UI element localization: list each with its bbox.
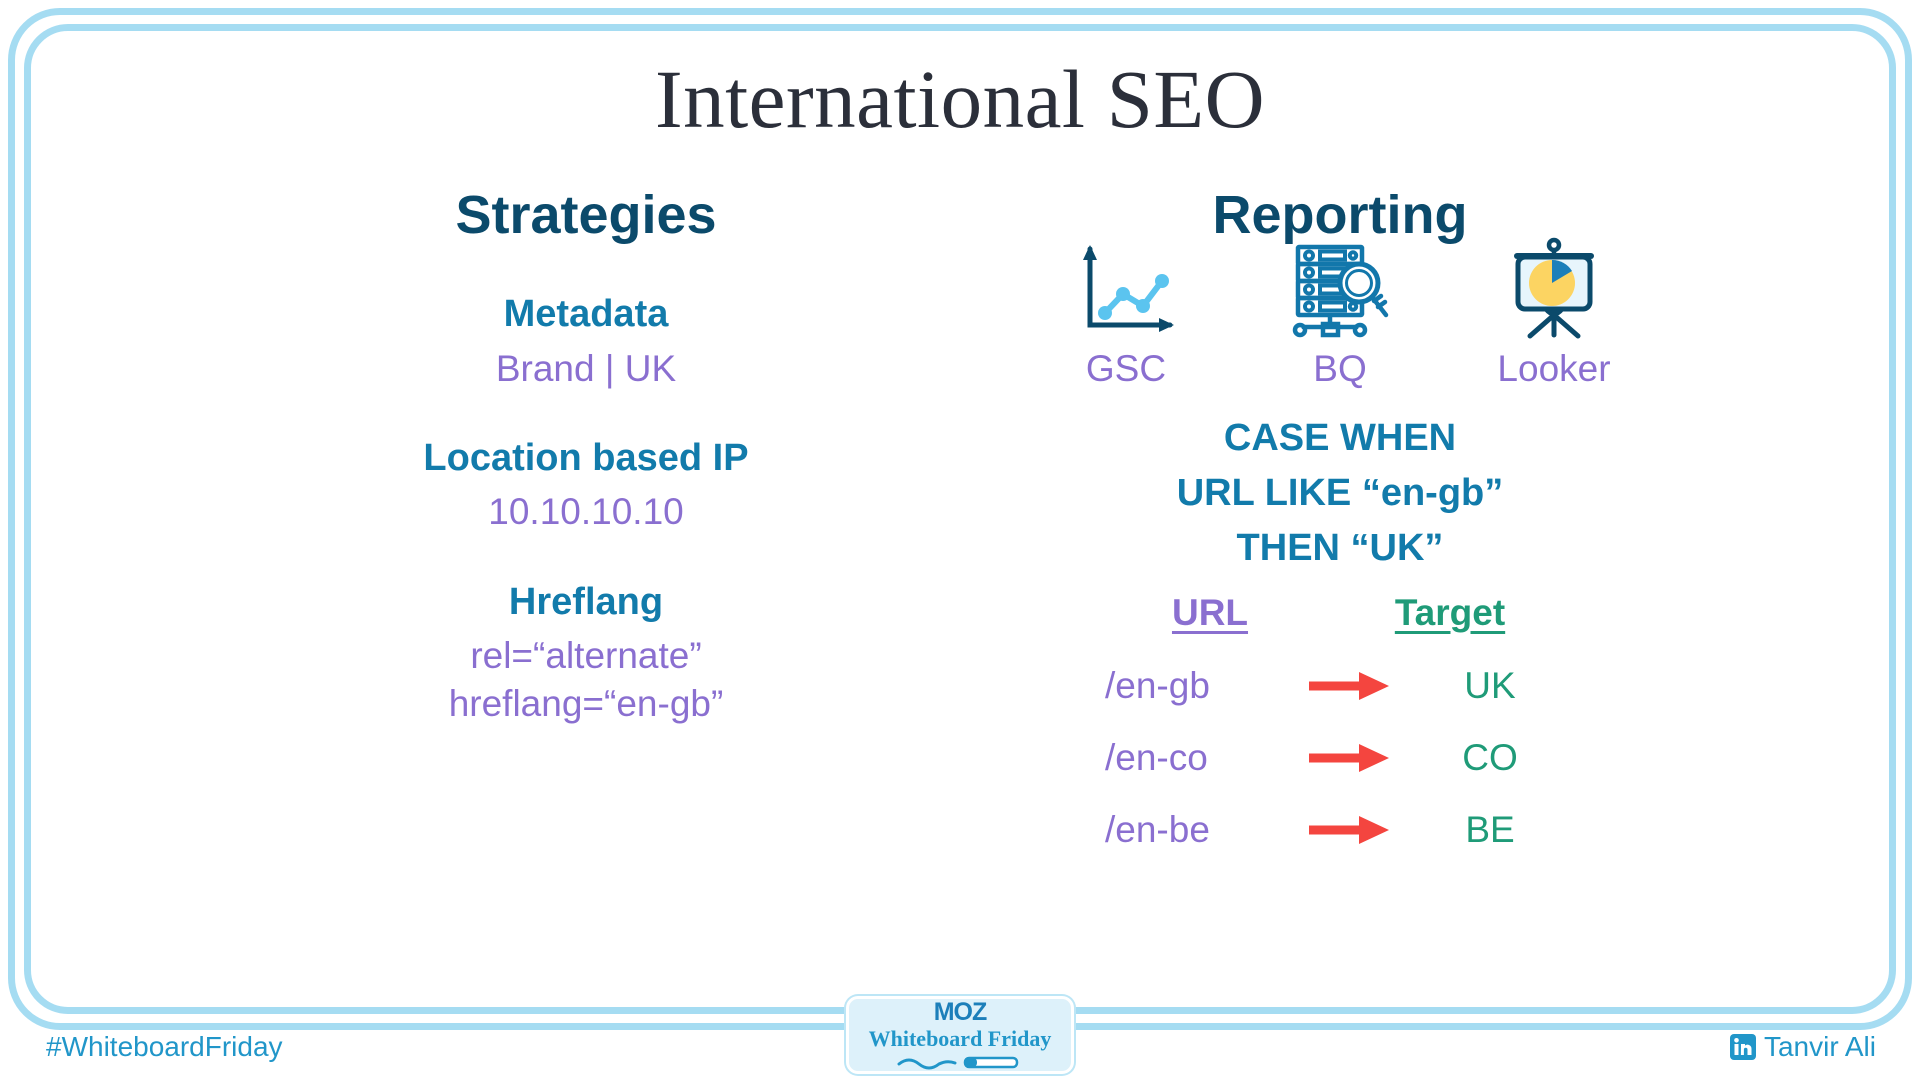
sql-case-line: THEN “UK” (1236, 526, 1444, 569)
cell-url: /en-co (1105, 737, 1208, 779)
arrow-right-icon (1295, 741, 1405, 775)
marker-squiggle-icon (897, 1056, 1019, 1070)
strategy-value-line: rel=“alternate” (470, 635, 702, 677)
strategy-block-hreflang: Hreflang rel=“alternate” hreflang=“en-gb… (206, 579, 966, 729)
strategies-column: Strategies Metadata Brand | UK Location … (206, 185, 966, 729)
reporting-tool-looker: Looker (1479, 235, 1629, 390)
footer-author: Tanvir Ali (1729, 1030, 1876, 1064)
moz-whiteboard-friday-badge: MOZ Whiteboard Friday (846, 996, 1074, 1074)
presentation-pie-chart-icon (1479, 235, 1629, 339)
cell-target: UK (1464, 665, 1516, 707)
line-chart-icon (1051, 235, 1201, 339)
strategy-title-hreflang: Hreflang (508, 580, 664, 623)
sql-case-statement: CASE WHEN URL LIKE “en-gb” THEN “UK” (960, 411, 1720, 575)
cell-url: /en-be (1105, 809, 1210, 851)
table-row: /en-co CO (1105, 722, 1575, 794)
strategy-value-line: Brand | UK (495, 347, 677, 389)
strategy-value-line: 10.10.10.10 (488, 491, 684, 533)
reporting-column: Reporting GSC BQ Looker CASE WHEN URL LI… (960, 185, 1720, 866)
strategy-title-metadata: Metadata (503, 293, 669, 336)
linkedin-icon[interactable] (1729, 1034, 1756, 1061)
strategies-heading: Strategies (455, 185, 717, 245)
moz-logo-text: MOZ (933, 998, 988, 1027)
strategy-value-location-ip: 10.10.10.10 (206, 488, 966, 536)
cell-target: BE (1465, 809, 1515, 851)
reporting-tool-bq: BQ (1265, 235, 1415, 390)
table-header-row: URL Target (1105, 592, 1575, 634)
column-header-target: Target (1394, 591, 1506, 633)
arrow-right-icon (1295, 669, 1405, 703)
database-search-icon (1265, 235, 1415, 339)
table-row: /en-be BE (1105, 794, 1575, 866)
reporting-tool-label-bq: BQ (1313, 347, 1367, 389)
url-target-mapping-table: URL Target /en-gb UK /en-co CO /en-be BE (1105, 592, 1575, 866)
page-title: International SEO (654, 53, 1266, 145)
table-row: /en-gb UK (1105, 650, 1575, 722)
moz-logo: MOZ (933, 998, 988, 1027)
reporting-tools-row: GSC BQ Looker (960, 237, 1720, 389)
whiteboard-friday-text: Whiteboard Friday (868, 1026, 1052, 1052)
strategy-value-hreflang: rel=“alternate” hreflang=“en-gb” (206, 632, 966, 728)
strategy-block-location-ip: Location based IP 10.10.10.10 (206, 435, 966, 537)
sql-case-line: URL LIKE “en-gb” (1176, 472, 1504, 515)
sql-case-line: CASE WHEN (1223, 417, 1457, 460)
reporting-tool-label-looker: Looker (1497, 347, 1611, 389)
reporting-tool-gsc: GSC (1051, 235, 1201, 390)
reporting-tool-label-gsc: GSC (1085, 347, 1167, 389)
column-header-url: URL (1171, 591, 1249, 633)
strategy-title-location-ip: Location based IP (423, 436, 749, 479)
strategy-block-metadata: Metadata Brand | UK (206, 291, 966, 393)
footer-author-name: Tanvir Ali (1763, 1031, 1876, 1063)
cell-target: CO (1462, 737, 1518, 779)
arrow-right-icon (1295, 813, 1405, 847)
strategy-value-line: hreflang=“en-gb” (448, 683, 724, 725)
strategy-value-metadata: Brand | UK (206, 345, 966, 393)
cell-url: /en-gb (1105, 665, 1210, 707)
footer-hashtag: #WhiteboardFriday (46, 1031, 283, 1063)
